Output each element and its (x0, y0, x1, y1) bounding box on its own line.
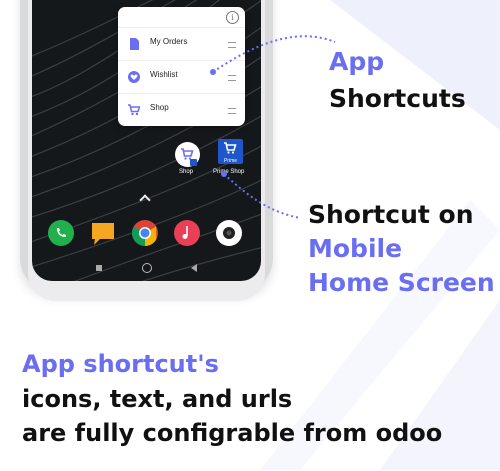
caption-line3: are fully configrable from odoo (22, 419, 443, 447)
home-screen-title-line1: Shortcut on (308, 200, 474, 229)
app-shortcuts-title-line1: App (329, 47, 385, 76)
home-screen-title-line3: Home Screen (308, 268, 495, 297)
caption-line1: App shortcut's (22, 350, 219, 378)
app-shortcuts-title-line2: Shortcuts (329, 84, 466, 113)
home-screen-title-line2: Mobile (308, 234, 403, 263)
caption-line2: icons, text, and urls (22, 385, 293, 413)
